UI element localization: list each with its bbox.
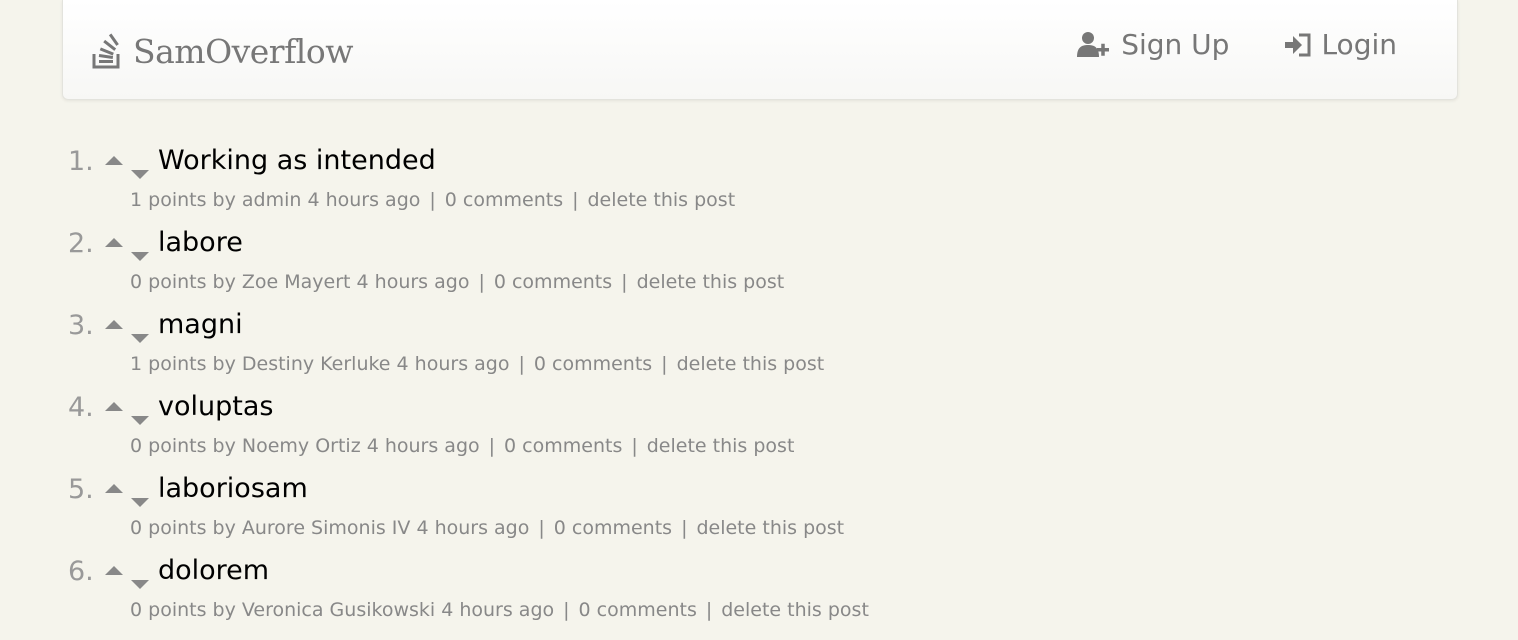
post-points: 0 points by <box>130 517 236 539</box>
post-author-link[interactable]: Veronica Gusikowski <box>242 599 435 621</box>
meta-separator: | <box>538 517 545 539</box>
upvote-arrow-icon[interactable] <box>105 320 123 329</box>
delete-post-link[interactable]: delete this post <box>637 271 785 293</box>
upvote-arrow-icon[interactable] <box>105 402 123 411</box>
top-navbar: SamOverflow Sign Up Login <box>62 0 1458 100</box>
upvote-arrow-icon[interactable] <box>105 156 123 165</box>
post-meta: 0 points by Aurore Simonis IV 4 hours ag… <box>130 517 844 539</box>
delete-post-link[interactable]: delete this post <box>721 599 869 621</box>
post-points: 0 points by <box>130 271 236 293</box>
post-author-link[interactable]: Aurore Simonis IV <box>242 517 411 539</box>
list-item: 1. Working as intended 1 points by admin 4… <box>62 142 1362 224</box>
post-points: 0 points by <box>130 435 236 457</box>
post-rank: 2. <box>68 228 94 259</box>
post-author-link[interactable]: admin <box>242 189 302 211</box>
delete-post-link[interactable]: delete this post <box>696 517 844 539</box>
delete-post-link[interactable]: delete this post <box>588 189 736 211</box>
meta-separator: | <box>563 599 570 621</box>
post-comments-link[interactable]: 0 comments <box>579 599 697 621</box>
post-points: 0 points by <box>130 599 236 621</box>
post-time: 4 hours ago <box>366 435 480 457</box>
meta-separator: | <box>621 271 628 293</box>
list-item: 6. dolorem 0 points by Veronica Gusikowski… <box>62 552 1362 634</box>
list-item: 4. voluptas 0 points by Noemy Ortiz 4 hour… <box>62 388 1362 470</box>
post-rank: 6. <box>68 556 94 587</box>
downvote-arrow-icon[interactable] <box>131 580 149 589</box>
post-author-link[interactable]: Destiny Kerluke <box>242 353 391 375</box>
upvote-arrow-icon[interactable] <box>105 566 123 575</box>
post-title-link[interactable]: voluptas <box>158 391 273 422</box>
post-title-link[interactable]: laboriosam <box>158 473 308 504</box>
list-item: 3. magni 1 points by Destiny Kerluke 4 hou… <box>62 306 1362 388</box>
downvote-arrow-icon[interactable] <box>131 170 149 179</box>
post-rank: 5. <box>68 474 94 505</box>
post-time: 4 hours ago <box>396 353 510 375</box>
post-time: 4 hours ago <box>441 599 555 621</box>
login-link[interactable]: Login <box>1285 28 1397 61</box>
post-points: 1 points by <box>130 189 236 211</box>
post-meta: 0 points by Veronica Gusikowski 4 hours … <box>130 599 869 621</box>
downvote-arrow-icon[interactable] <box>131 498 149 507</box>
post-rank: 3. <box>68 310 94 341</box>
meta-separator: | <box>572 189 579 211</box>
nav-actions: Sign Up Login <box>1021 28 1397 61</box>
post-author-link[interactable]: Noemy Ortiz <box>242 435 361 457</box>
downvote-arrow-icon[interactable] <box>131 416 149 425</box>
post-comments-link[interactable]: 0 comments <box>504 435 622 457</box>
downvote-arrow-icon[interactable] <box>131 252 149 261</box>
post-meta: 1 points by Destiny Kerluke 4 hours ago |… <box>130 353 824 375</box>
downvote-arrow-icon[interactable] <box>131 334 149 343</box>
login-label: Login <box>1321 28 1397 61</box>
post-comments-link[interactable]: 0 comments <box>554 517 672 539</box>
post-time: 4 hours ago <box>356 271 470 293</box>
meta-separator: | <box>661 353 668 375</box>
delete-post-link[interactable]: delete this post <box>677 353 825 375</box>
meta-separator: | <box>478 271 485 293</box>
user-plus-icon <box>1077 31 1110 57</box>
post-meta: 1 points by admin 4 hours ago | 0 comments… <box>130 189 735 211</box>
brand-link[interactable]: SamOverflow <box>91 30 353 72</box>
meta-separator: | <box>429 189 436 211</box>
post-comments-link[interactable]: 0 comments <box>534 353 652 375</box>
post-meta: 0 points by Noemy Ortiz 4 hours ago | 0 co… <box>130 435 794 457</box>
signup-label: Sign Up <box>1121 28 1230 61</box>
post-author-link[interactable]: Zoe Mayert <box>242 271 351 293</box>
post-comments-link[interactable]: 0 comments <box>494 271 612 293</box>
stack-overflow-icon <box>92 33 120 69</box>
post-meta: 0 points by Zoe Mayert 4 hours ago | 0 com… <box>130 271 784 293</box>
list-item: 5. laboriosam 0 points by Aurore Simonis I… <box>62 470 1362 552</box>
meta-separator: | <box>705 599 713 621</box>
meta-separator: | <box>518 353 525 375</box>
meta-separator: | <box>488 435 496 457</box>
list-item: 2. labore 0 points by Zoe Mayert 4 hours a… <box>62 224 1362 306</box>
post-list: 1. Working as intended 1 points by admin 4… <box>62 142 1362 634</box>
delete-post-link[interactable]: delete this post <box>647 435 795 457</box>
meta-separator: | <box>631 435 638 457</box>
signup-link[interactable]: Sign Up <box>1077 28 1229 61</box>
sign-in-icon <box>1285 33 1311 56</box>
post-points: 1 points by <box>130 353 236 375</box>
post-time: 4 hours ago <box>307 189 421 211</box>
post-rank: 4. <box>68 392 94 423</box>
upvote-arrow-icon[interactable] <box>105 238 123 247</box>
post-title-link[interactable]: Working as intended <box>158 145 436 176</box>
post-title-link[interactable]: labore <box>158 227 243 258</box>
post-title-link[interactable]: dolorem <box>158 555 269 586</box>
post-comments-link[interactable]: 0 comments <box>445 189 563 211</box>
post-title-link[interactable]: magni <box>158 309 243 340</box>
post-rank: 1. <box>68 146 94 177</box>
upvote-arrow-icon[interactable] <box>105 484 123 493</box>
brand-name: SamOverflow <box>133 31 353 71</box>
post-time: 4 hours ago <box>416 517 530 539</box>
meta-separator: | <box>681 517 688 539</box>
